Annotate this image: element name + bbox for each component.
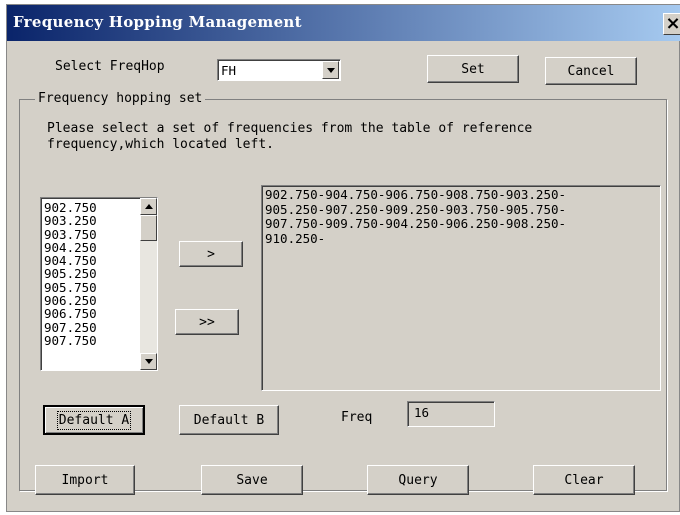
- list-item[interactable]: 907.750: [42, 334, 140, 348]
- list-item[interactable]: 906.250: [42, 294, 140, 308]
- selected-line-3: 907.750-909.750-904.250-906.250-908.250-: [265, 216, 567, 231]
- add-all-label: >>: [199, 314, 215, 330]
- selected-frequencies-text: 902.750-904.750-906.750-908.750-903.250-…: [265, 187, 567, 246]
- clear-label: Clear: [564, 472, 604, 488]
- list-item[interactable]: 903.750: [42, 227, 140, 241]
- instruction-line-1: Please select a set of frequencies from …: [47, 121, 533, 136]
- list-item[interactable]: 905.750: [42, 280, 140, 294]
- default-b-button[interactable]: Default B: [179, 405, 279, 435]
- cancel-button-label: Cancel: [567, 63, 615, 79]
- query-button[interactable]: Query: [367, 465, 469, 495]
- chevron-down-icon: [144, 359, 153, 364]
- list-item[interactable]: 907.250: [42, 320, 140, 334]
- group-label: Frequency hopping set: [35, 91, 206, 106]
- save-label: Save: [236, 472, 268, 488]
- scroll-down-button[interactable]: [140, 353, 157, 370]
- window-title: Frequency Hopping Management: [13, 13, 302, 31]
- dropdown-arrow-button[interactable]: [322, 61, 339, 79]
- list-item[interactable]: 904.250: [42, 241, 140, 255]
- selected-line-2: 905.250-907.250-909.250-903.750-905.750-: [265, 201, 567, 217]
- default-a-button[interactable]: Default A: [43, 405, 145, 435]
- set-button[interactable]: Set: [427, 55, 519, 83]
- import-label: Import: [61, 472, 109, 488]
- chevron-up-icon: [144, 204, 153, 209]
- add-selected-button[interactable]: >: [179, 241, 243, 267]
- list-item[interactable]: 902.750: [42, 201, 140, 215]
- query-label: Query: [398, 472, 438, 488]
- default-a-label: Default A: [56, 410, 132, 430]
- freq-label: Freq: [341, 410, 373, 425]
- title-bar[interactable]: Frequency Hopping Management ×: [7, 5, 680, 41]
- chevron-down-icon: [326, 67, 335, 73]
- scroll-up-button[interactable]: [140, 198, 157, 215]
- set-button-label: Set: [461, 61, 485, 77]
- frequency-hopping-dialog: Frequency Hopping Management × Select Fr…: [6, 4, 680, 512]
- close-button[interactable]: ×: [663, 13, 680, 35]
- freq-value-field: 16: [407, 401, 495, 427]
- selected-line-1: 902.750-904.750-906.750-908.750-903.250-: [265, 187, 567, 202]
- default-b-label: Default B: [193, 412, 265, 428]
- scroll-thumb[interactable]: [140, 215, 157, 241]
- list-item[interactable]: 903.250: [42, 214, 140, 228]
- select-freqhop-label: Select FreqHop: [55, 59, 165, 74]
- add-all-button[interactable]: >>: [175, 309, 239, 335]
- instruction-line-2: frequency,which located left.: [47, 137, 274, 152]
- save-button[interactable]: Save: [201, 465, 303, 495]
- add-selected-label: >: [207, 246, 215, 262]
- import-button[interactable]: Import: [35, 465, 135, 495]
- list-item[interactable]: 906.750: [42, 307, 140, 321]
- reference-frequency-list[interactable]: 902.750 903.250 903.750 904.250 904.750 905.2…: [40, 197, 158, 371]
- list-scrollbar[interactable]: [140, 198, 157, 370]
- reference-list-items: 902.750 903.250 903.750 904.250 904.750 905.2…: [42, 201, 140, 348]
- clear-button[interactable]: Clear: [533, 465, 635, 495]
- list-item[interactable]: 904.750: [42, 254, 140, 268]
- cancel-button[interactable]: Cancel: [545, 57, 637, 85]
- selected-frequencies-box[interactable]: 902.750-904.750-906.750-908.750-903.250-…: [261, 185, 661, 391]
- freqhop-select-value: FH: [221, 63, 237, 78]
- list-item[interactable]: 905.250: [42, 267, 140, 281]
- freqhop-select[interactable]: FH: [217, 59, 341, 81]
- selected-line-4: 910.250-: [265, 230, 326, 246]
- freq-value: 16: [414, 405, 430, 420]
